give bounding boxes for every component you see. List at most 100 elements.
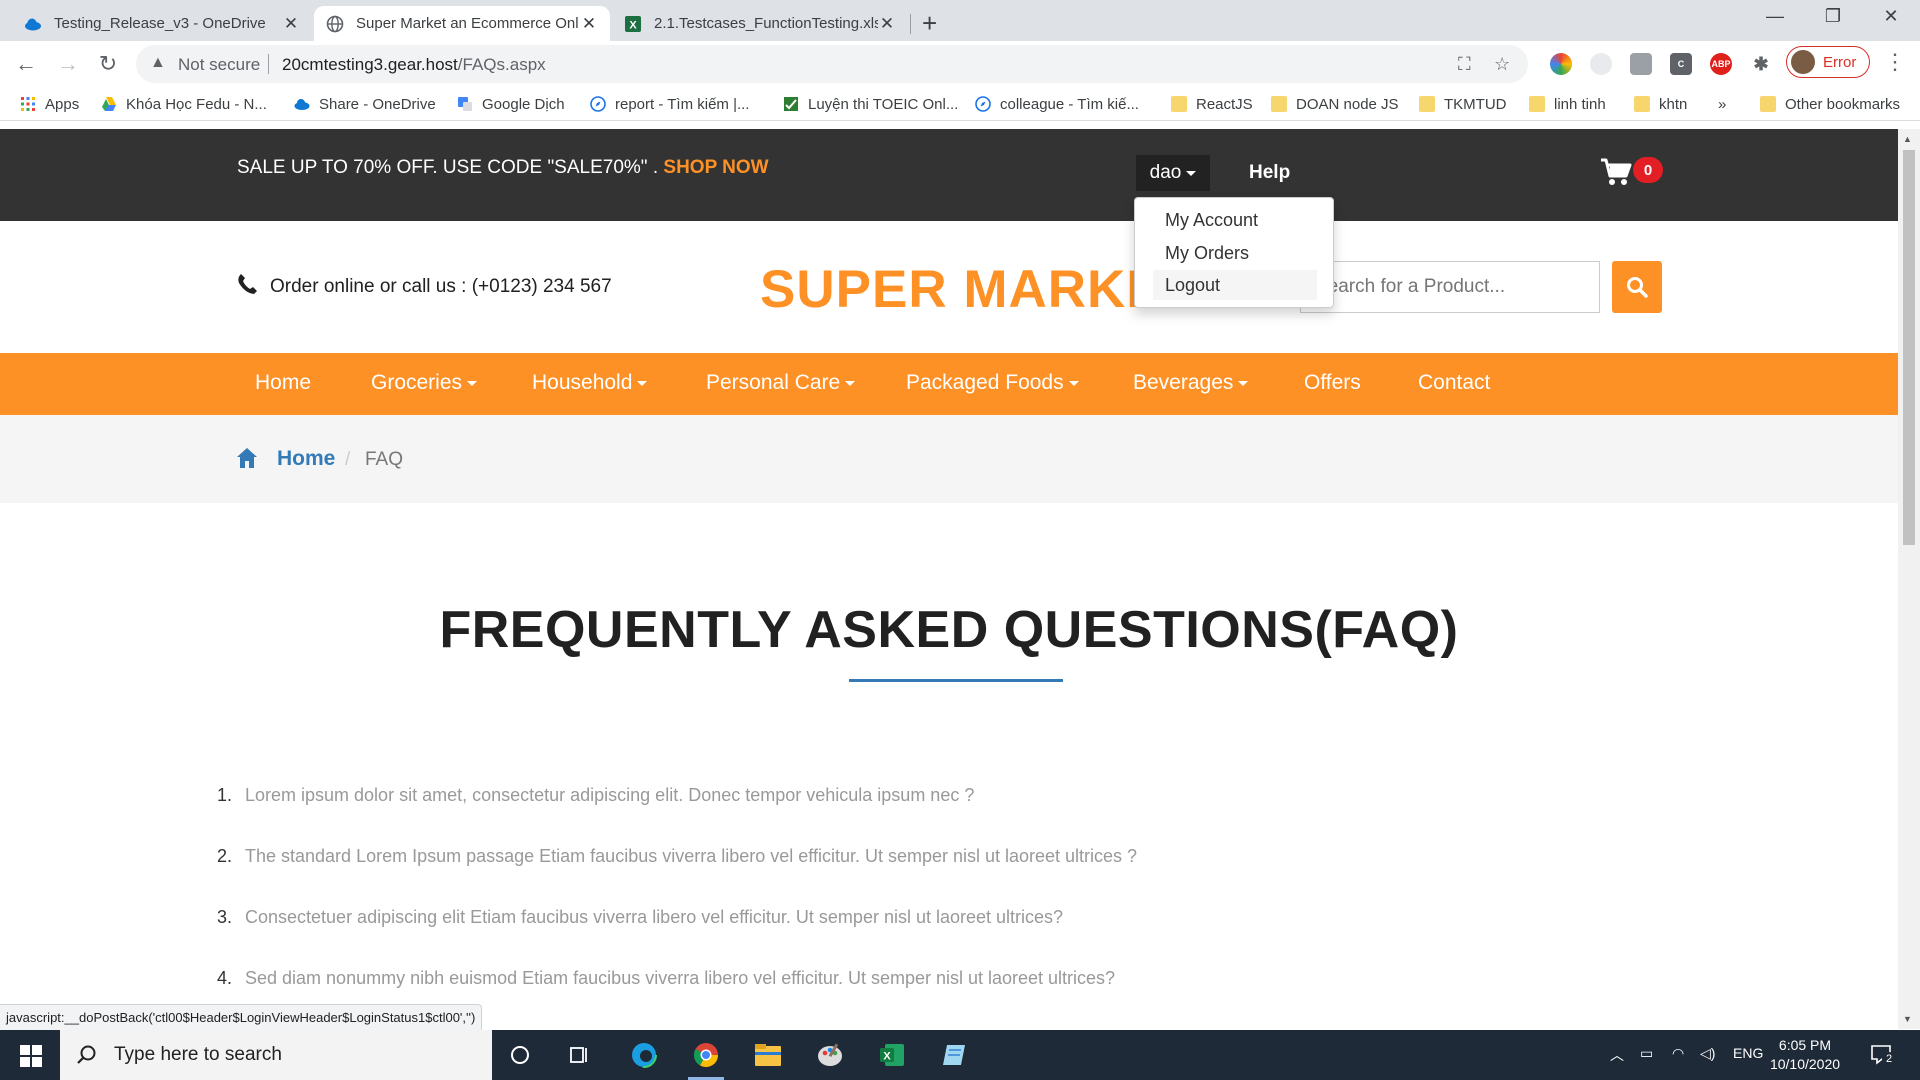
caret-down-icon <box>1238 380 1249 386</box>
shop-now-link[interactable]: SHOP NOW <box>663 157 768 178</box>
scroll-down-arrow-icon[interactable]: ▼ <box>1903 1014 1912 1024</box>
task-view-icon[interactable] <box>562 1039 598 1071</box>
faq-item[interactable]: 2. The standard Lorem Ipsum passage Etiam… <box>217 846 1717 867</box>
puzzle-extensions-icon[interactable]: ✱ <box>1750 53 1772 75</box>
nav-label: Packaged Foods <box>906 371 1064 394</box>
bookmark-folder-tkmtud[interactable]: TKMTUD <box>1419 93 1507 115</box>
close-tab-icon[interactable]: ✕ <box>878 14 896 34</box>
restore-icon[interactable]: ❐ <box>1818 6 1848 27</box>
nav-home[interactable]: Home <box>255 371 311 395</box>
bookmark-google-translate[interactable]: Google Dịch <box>457 93 565 115</box>
adblock-icon[interactable]: ABP <box>1710 53 1732 75</box>
title-underline <box>849 679 1063 682</box>
bookmark-onedrive[interactable]: Share - OneDrive <box>294 93 436 115</box>
user-menu-button[interactable]: dao <box>1136 155 1210 191</box>
site-logo[interactable]: SUPER MARKET <box>760 259 1196 320</box>
bookmark-folder-reactjs[interactable]: ReactJS <box>1171 93 1253 115</box>
back-icon[interactable]: ← <box>12 51 40 77</box>
cube-extension-icon[interactable] <box>1630 53 1652 75</box>
notepad-icon[interactable] <box>936 1039 972 1071</box>
reload-icon[interactable]: ↻ <box>94 51 122 77</box>
profile-error-button[interactable]: Error <box>1786 46 1870 78</box>
svg-text:X: X <box>629 19 637 31</box>
promo-bar: SALE UP TO 70% OFF. USE CODE "SALE70%" .… <box>0 129 1898 221</box>
search-button[interactable] <box>1612 261 1662 313</box>
new-tab-icon[interactable]: + <box>922 8 937 39</box>
show-hidden-icons-icon[interactable]: ︿ <box>1610 1045 1624 1065</box>
warning-icon[interactable]: ▲ <box>150 54 166 72</box>
nav-packaged-foods[interactable]: Packaged Foods <box>906 371 1079 395</box>
url-text[interactable]: 20cmtesting3.gear.host/FAQs.aspx <box>282 55 546 75</box>
volume-icon[interactable]: ◁) <box>1700 1045 1715 1062</box>
faq-item[interactable]: 1. Lorem ipsum dolor sit amet, consectetu… <box>217 785 1717 806</box>
star-bookmark-icon[interactable]: ☆ <box>1494 54 1510 75</box>
home-icon[interactable] <box>236 447 258 469</box>
cart-count-badge[interactable]: 0 <box>1633 157 1663 183</box>
windows-start-icon[interactable] <box>20 1045 42 1067</box>
bookmark-fedu[interactable]: Khóa Học Fedu - N... <box>101 93 267 115</box>
browser-toolbar: ← → ↻ ▲ Not secure 20cmtesting3.gear.hos… <box>0 41 1920 88</box>
translate-icon[interactable]: ⛶ <box>1458 54 1471 75</box>
more-menu-icon[interactable]: ⋮ <box>1884 49 1906 75</box>
tab-super-market[interactable]: Super Market an Ecommerce Onl ✕ <box>314 6 610 41</box>
menu-item-logout[interactable]: Logout <box>1153 270 1317 300</box>
bookmark-report[interactable]: report - Tìm kiếm |... <box>590 93 749 115</box>
taskbar-clock[interactable]: 6:05 PM 10/10/2020 <box>1760 1036 1850 1074</box>
chrome-icon[interactable] <box>688 1039 724 1080</box>
nav-contact[interactable]: Contact <box>1418 371 1490 395</box>
menu-item-my-orders[interactable]: My Orders <box>1153 238 1317 268</box>
forward-icon[interactable]: → <box>54 51 82 77</box>
breadcrumb-home-link[interactable]: Home <box>277 447 335 471</box>
paint-icon[interactable] <box>812 1039 848 1071</box>
scroll-up-arrow-icon[interactable]: ▲ <box>1903 134 1912 144</box>
caret-down-icon <box>1186 170 1197 176</box>
menu-item-my-account[interactable]: My Account <box>1153 205 1317 235</box>
help-link[interactable]: Help <box>1249 162 1290 184</box>
faq-question: Lorem ipsum dolor sit amet, consectetur … <box>245 785 975 805</box>
code-extension-icon[interactable]: C <box>1670 53 1692 75</box>
color-extension-icon[interactable] <box>1550 53 1572 75</box>
scrollbar-thumb[interactable] <box>1903 150 1915 545</box>
bookmark-label: Share - OneDrive <box>319 95 436 113</box>
close-tab-icon[interactable]: ✕ <box>282 14 300 34</box>
close-tab-icon[interactable]: ✕ <box>580 14 598 34</box>
minimize-icon[interactable]: — <box>1760 6 1790 27</box>
nav-beverages[interactable]: Beverages <box>1133 371 1249 395</box>
search-input[interactable] <box>1301 262 1599 312</box>
nav-household[interactable]: Household <box>532 371 648 395</box>
extension-icon[interactable] <box>1590 53 1612 75</box>
tab-excel[interactable]: X 2.1.Testcases_FunctionTesting.xlsx ✕ <box>612 6 908 41</box>
nav-label: Contact <box>1418 371 1491 394</box>
more-bookmarks-button[interactable]: » <box>1718 93 1726 115</box>
product-search-box[interactable] <box>1300 261 1600 313</box>
notification-center-icon[interactable]: 2 <box>1870 1043 1896 1068</box>
bookmark-colleague[interactable]: colleague - Tìm kiế... <box>975 93 1139 115</box>
input-language[interactable]: ENG <box>1733 1045 1763 1061</box>
url-path: /FAQs.aspx <box>457 55 546 74</box>
security-label[interactable]: Not secure <box>178 55 260 75</box>
edge-icon[interactable] <box>626 1039 662 1071</box>
nav-personal-care[interactable]: Personal Care <box>706 371 856 395</box>
taskbar-search[interactable]: Type here to search <box>60 1030 492 1080</box>
bookmark-toeic[interactable]: Luyện thi TOEIC Onl... <box>783 93 958 115</box>
nav-groceries[interactable]: Groceries <box>371 371 478 395</box>
excel-icon[interactable]: X <box>874 1039 910 1071</box>
battery-icon[interactable]: ▭ <box>1640 1045 1653 1062</box>
nav-label: Groceries <box>371 371 463 394</box>
other-bookmarks[interactable]: Other bookmarks <box>1760 93 1900 115</box>
tab-onedrive[interactable]: Testing_Release_v3 - OneDrive ✕ <box>12 6 312 41</box>
address-bar[interactable]: ▲ Not secure 20cmtesting3.gear.host/FAQs… <box>136 45 1528 83</box>
windows-taskbar: Type here to search X ︿ ▭ ◠ ◁) ENG 6:05 … <box>0 1030 1920 1080</box>
close-window-icon[interactable]: ✕ <box>1876 6 1906 27</box>
faq-item[interactable]: 3. Consectetuer adipiscing elit Etiam fau… <box>217 907 1717 928</box>
bookmark-folder-linh-tinh[interactable]: linh tinh <box>1529 93 1606 115</box>
cortana-icon[interactable] <box>502 1039 538 1071</box>
file-explorer-icon[interactable] <box>750 1039 786 1071</box>
cart-icon[interactable] <box>1600 157 1632 187</box>
nav-offers[interactable]: Offers <box>1304 371 1361 395</box>
bookmark-folder-doan-node-js[interactable]: DOAN node JS <box>1271 93 1399 115</box>
bookmark-apps[interactable]: Apps <box>20 93 79 115</box>
wifi-icon[interactable]: ◠ <box>1672 1045 1684 1062</box>
faq-item[interactable]: 4. Sed diam nonummy nibh euismod Etiam fa… <box>217 968 1717 989</box>
bookmark-folder-khtn[interactable]: khtn <box>1634 93 1687 115</box>
